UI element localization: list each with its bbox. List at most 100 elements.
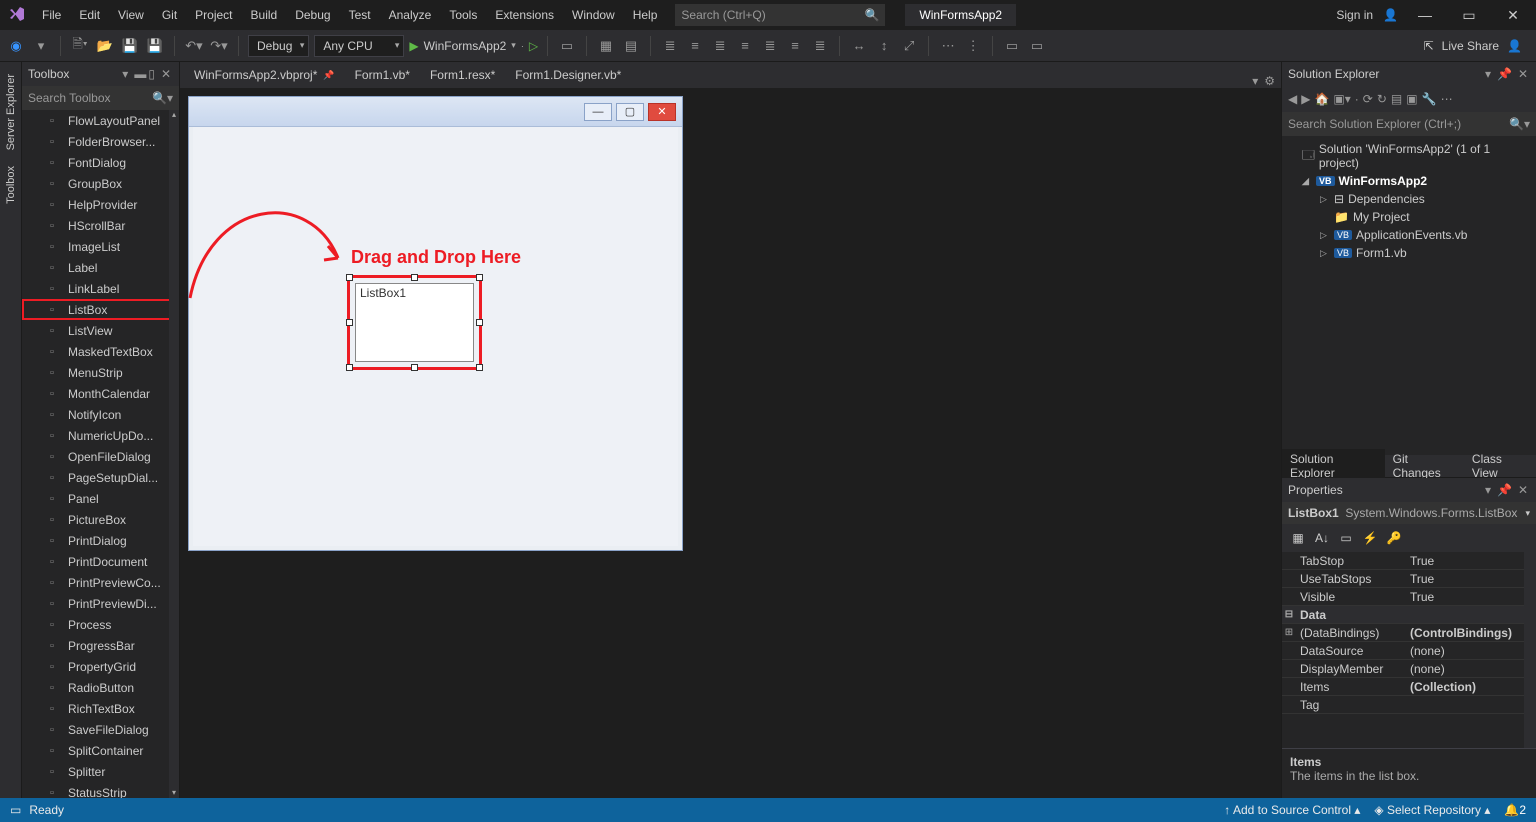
space-icon2[interactable]: ⋮: [963, 36, 983, 56]
add-to-source-control[interactable]: ↑ Add to Source Control ▴: [1224, 803, 1360, 817]
panel-close-icon[interactable]: ✕: [1518, 483, 1530, 497]
se-home-icon[interactable]: 🏠: [1314, 92, 1329, 106]
undo-icon[interactable]: ↶▾: [184, 36, 204, 56]
toolbox-search[interactable]: Search Toolbox 🔍▾: [22, 86, 179, 110]
toolbox-item-propertygrid[interactable]: ▫PropertyGrid: [22, 656, 179, 677]
layout-tool3-icon[interactable]: ▤: [621, 36, 641, 56]
align-icon1[interactable]: ≣: [660, 36, 680, 56]
toolbox-item-numericupdo[interactable]: ▫NumericUpDo...: [22, 425, 179, 446]
panel-pin-icon[interactable]: 📌: [1497, 483, 1514, 497]
menu-analyze[interactable]: Analyze: [381, 4, 440, 26]
project-node[interactable]: ◢VBWinFormsApp2: [1284, 172, 1534, 190]
se-refresh-icon[interactable]: ↻: [1377, 92, 1387, 106]
toolbox-item-picturebox[interactable]: ▫PictureBox: [22, 509, 179, 530]
tab-form1-designer[interactable]: Form1.Designer.vb*: [505, 62, 631, 88]
toolbox-item-printdocument[interactable]: ▫PrintDocument: [22, 551, 179, 572]
feedback-icon[interactable]: 👤: [1507, 39, 1522, 53]
form-preview[interactable]: — ▢ ✕ Drag and Drop Here ListBox1: [188, 96, 683, 551]
toolbox-item-openfiledialog[interactable]: ▫OpenFileDialog: [22, 446, 179, 467]
start-target-label[interactable]: WinFormsApp2: [424, 39, 507, 53]
prop-page-icon[interactable]: ▭: [1336, 528, 1356, 548]
start-debug-button[interactable]: ▶: [409, 39, 418, 53]
notifications-button[interactable]: 🔔2: [1504, 803, 1526, 817]
sign-in-link[interactable]: Sign in: [1336, 8, 1373, 22]
toolbox-item-listbox[interactable]: ▫ListBox: [22, 299, 179, 320]
align-icon4[interactable]: ≡: [735, 36, 755, 56]
align-icon3[interactable]: ≣: [710, 36, 730, 56]
space-icon1[interactable]: ⋯: [938, 36, 958, 56]
toolbox-item-helpprovider[interactable]: ▫HelpProvider: [22, 194, 179, 215]
se-collapse-icon[interactable]: ▣: [1406, 92, 1417, 106]
align-icon7[interactable]: ≣: [810, 36, 830, 56]
se-sync-icon[interactable]: ⟳: [1363, 92, 1373, 106]
global-search[interactable]: Search (Ctrl+Q) 🔍: [675, 4, 885, 26]
size-icon3[interactable]: ⤢: [899, 36, 919, 56]
toolbox-item-linklabel[interactable]: ▫LinkLabel: [22, 278, 179, 299]
properties-object-selector[interactable]: ListBox1 System.Windows.Forms.ListBox ▾: [1282, 502, 1536, 524]
designer-surface[interactable]: — ▢ ✕ Drag and Drop Here ListBox1: [180, 88, 1281, 798]
align-icon5[interactable]: ≣: [760, 36, 780, 56]
tab-form1-resx[interactable]: Form1.resx*: [420, 62, 505, 88]
toolbox-item-notifyicon[interactable]: ▫NotifyIcon: [22, 404, 179, 425]
menu-build[interactable]: Build: [243, 4, 286, 26]
toolbox-item-printpreviewdi[interactable]: ▫PrintPreviewDi...: [22, 593, 179, 614]
layout-tool1-icon[interactable]: ▭: [557, 36, 577, 56]
toolbox-pin-icon[interactable]: ▬▯: [134, 67, 157, 81]
save-all-icon[interactable]: 💾: [145, 36, 165, 56]
toolbox-item-flowlayoutpanel[interactable]: ▫FlowLayoutPanel: [22, 110, 179, 131]
toolbox-item-radiobutton[interactable]: ▫RadioButton: [22, 677, 179, 698]
se-more-icon[interactable]: ⋯: [1441, 92, 1453, 106]
toolbox-item-maskedtextbox[interactable]: ▫MaskedTextBox: [22, 341, 179, 362]
menu-extensions[interactable]: Extensions: [487, 4, 562, 26]
se-switch-icon[interactable]: ▣▾: [1333, 92, 1350, 106]
align-icon2[interactable]: ≡: [685, 36, 705, 56]
tab-vbproj[interactable]: WinFormsApp2.vbproj*📌: [184, 62, 345, 88]
form1-node[interactable]: ▷VBForm1.vb: [1284, 244, 1534, 262]
dependencies-node[interactable]: ▷⊟Dependencies: [1284, 190, 1534, 208]
resize-handle-w[interactable]: [346, 319, 353, 326]
prop-row-tag[interactable]: Tag: [1282, 696, 1536, 714]
tab-overflow-icon[interactable]: ▾: [1252, 74, 1258, 88]
solution-explorer-search[interactable]: Search Solution Explorer (Ctrl+;) 🔍▾: [1282, 112, 1536, 136]
se-fwd-icon[interactable]: ▶: [1301, 92, 1310, 106]
toolbox-scrollbar[interactable]: ▴▾: [169, 110, 179, 798]
tab-settings-icon[interactable]: ⚙: [1264, 74, 1275, 88]
prop-row-usetabstops[interactable]: UseTabStopsTrue: [1282, 570, 1536, 588]
prop-misc-icon[interactable]: 🔑: [1384, 528, 1404, 548]
myproject-node[interactable]: 📁My Project: [1284, 208, 1534, 226]
resize-handle-sw[interactable]: [346, 364, 353, 371]
resize-handle-s[interactable]: [411, 364, 418, 371]
order-icon2[interactable]: ▭: [1027, 36, 1047, 56]
toolbox-item-groupbox[interactable]: ▫GroupBox: [22, 173, 179, 194]
toolbox-item-hscrollbar[interactable]: ▫HScrollBar: [22, 215, 179, 236]
nav-fwd-icon[interactable]: ▾: [31, 36, 51, 56]
menu-test[interactable]: Test: [341, 4, 379, 26]
select-repository[interactable]: ◈ Select Repository ▴: [1374, 803, 1490, 817]
toolbox-item-splitter[interactable]: ▫Splitter: [22, 761, 179, 782]
redo-icon[interactable]: ↷▾: [209, 36, 229, 56]
resize-handle-ne[interactable]: [476, 274, 483, 281]
tab-form1-vb[interactable]: Form1.vb*: [345, 62, 420, 88]
resize-handle-n[interactable]: [411, 274, 418, 281]
live-share-button[interactable]: Live Share: [1442, 39, 1499, 53]
properties-scrollbar[interactable]: [1524, 552, 1536, 748]
properties-grid[interactable]: TabStopTrueUseTabStopsTrueVisibleTrue⊟Da…: [1282, 552, 1536, 748]
menu-debug[interactable]: Debug: [287, 4, 338, 26]
panel-dropdown-icon[interactable]: ▾: [1485, 67, 1493, 81]
prop-row-items[interactable]: Items(Collection): [1282, 678, 1536, 696]
open-icon[interactable]: 📂: [95, 36, 115, 56]
align-icon6[interactable]: ≡: [785, 36, 805, 56]
categorized-icon[interactable]: ▦: [1288, 528, 1308, 548]
toolbox-item-monthcalendar[interactable]: ▫MonthCalendar: [22, 383, 179, 404]
prop-row-tabstop[interactable]: TabStopTrue: [1282, 552, 1536, 570]
toolbox-item-pagesetupdial[interactable]: ▫PageSetupDial...: [22, 467, 179, 488]
toolbox-item-listview[interactable]: ▫ListView: [22, 320, 179, 341]
panel-pin-icon[interactable]: 📌: [1497, 67, 1514, 81]
se-showall-icon[interactable]: ▤: [1391, 92, 1402, 106]
pin-icon[interactable]: 📌: [323, 70, 334, 81]
panel-close-icon[interactable]: ✕: [1518, 67, 1530, 81]
events-icon[interactable]: ⚡: [1360, 528, 1380, 548]
prop-category-data[interactable]: ⊟Data: [1282, 606, 1536, 624]
toolbox-item-printdialog[interactable]: ▫PrintDialog: [22, 530, 179, 551]
user-icon[interactable]: 👤: [1383, 8, 1398, 22]
